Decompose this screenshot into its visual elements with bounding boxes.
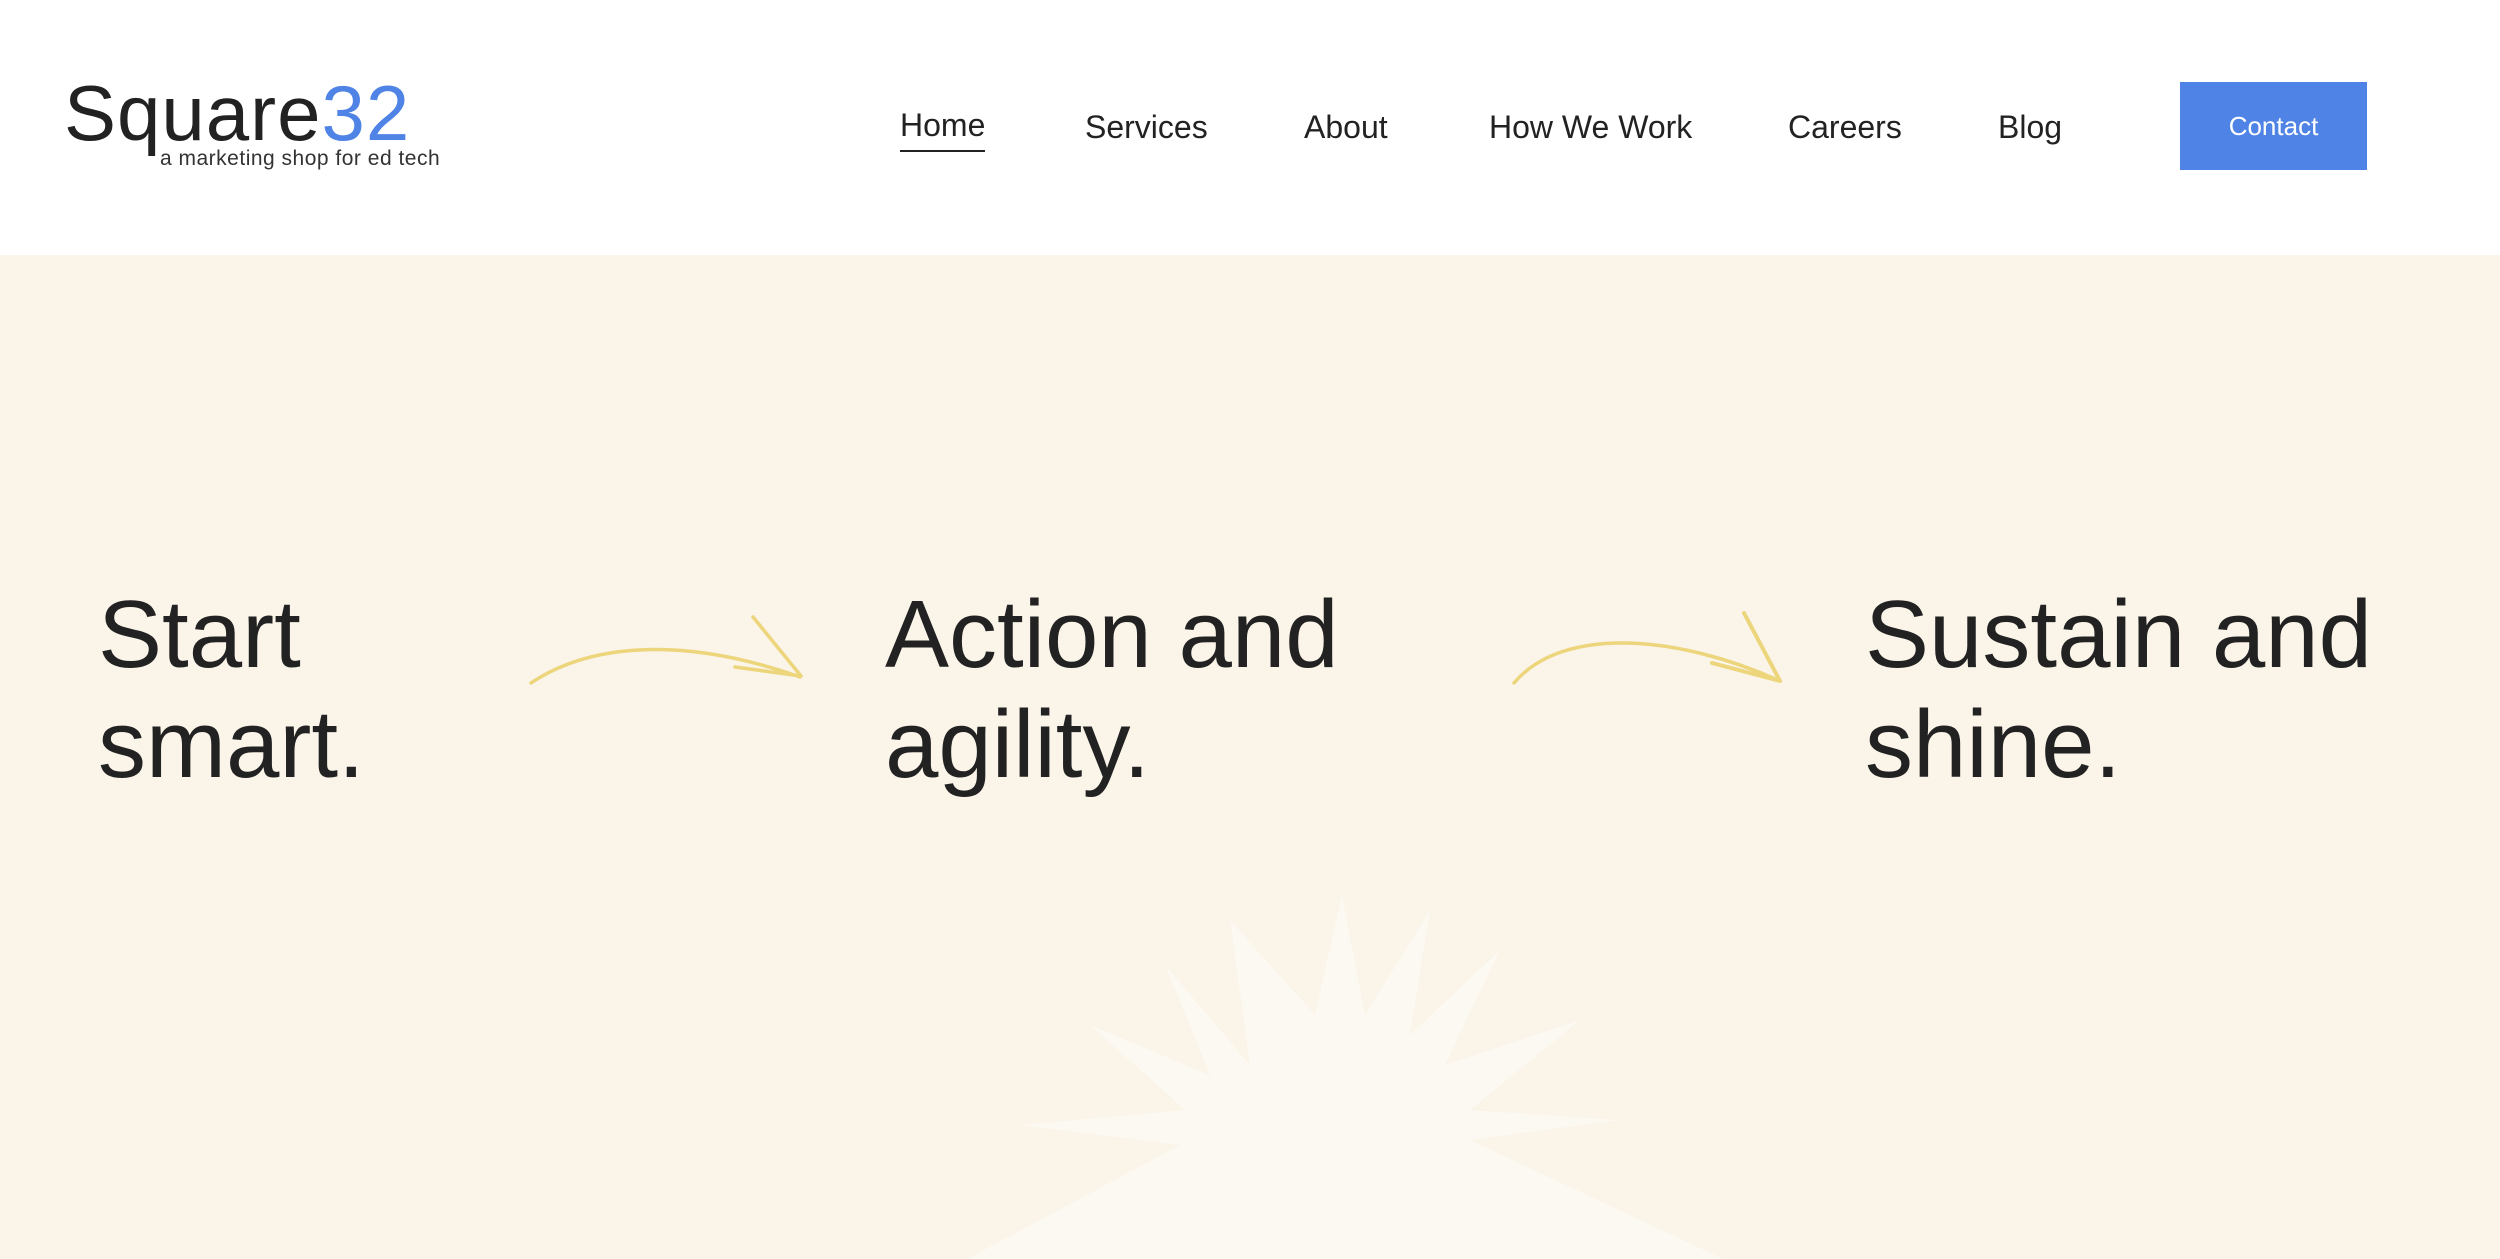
step-sustain: Sustain and shine. bbox=[1865, 580, 2372, 800]
starburst-icon bbox=[967, 895, 1724, 1259]
nav-item-how-we-work[interactable]: How We Work bbox=[1489, 100, 1692, 154]
step-1-line-2: smart. bbox=[98, 691, 365, 798]
main-nav: Home Services About How We Work Careers … bbox=[0, 100, 2500, 160]
step-start: Start smart. bbox=[98, 580, 365, 800]
nav-item-home[interactable]: Home bbox=[900, 100, 986, 152]
nav-item-services[interactable]: Services bbox=[1085, 100, 1208, 154]
hero-section: Start smart. Action and agility. Sustain… bbox=[0, 255, 2500, 1259]
step-3-line-1: Sustain and bbox=[1865, 581, 2373, 688]
contact-button[interactable]: Contact bbox=[2180, 82, 2367, 170]
arrow-icon bbox=[529, 615, 803, 685]
site-header: Square32 a marketing shop for ed tech Ho… bbox=[0, 0, 2500, 255]
step-2-line-1: Action and bbox=[885, 581, 1339, 688]
step-2-line-2: agility. bbox=[885, 691, 1150, 798]
step-1-line-1: Start bbox=[98, 581, 301, 688]
step-action: Action and agility. bbox=[885, 580, 1339, 800]
step-3-line-2: shine. bbox=[1865, 691, 2122, 798]
nav-item-careers[interactable]: Careers bbox=[1788, 100, 1902, 154]
arrow-icon bbox=[1512, 611, 1782, 685]
nav-item-blog[interactable]: Blog bbox=[1998, 100, 2062, 154]
nav-item-about[interactable]: About bbox=[1304, 100, 1388, 154]
